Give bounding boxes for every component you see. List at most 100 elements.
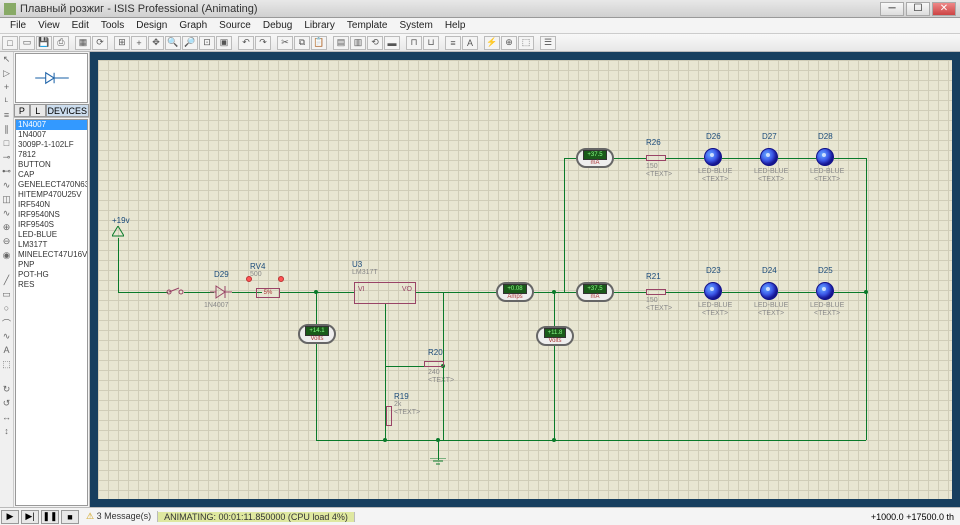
menu-debug[interactable]: Debug <box>257 20 298 31</box>
mode-tape-icon[interactable]: ◫ <box>1 194 12 205</box>
resistor-r21[interactable] <box>646 289 666 295</box>
tab-l[interactable]: L <box>30 104 46 117</box>
tool-bom-icon[interactable]: ☰ <box>540 36 556 50</box>
switch-icon[interactable] <box>166 286 184 298</box>
list-item[interactable]: LED-BLUE <box>16 230 87 240</box>
led-icon[interactable] <box>816 282 834 300</box>
tool-block-delete-icon[interactable]: ▬ <box>384 36 400 50</box>
menu-edit[interactable]: Edit <box>66 20 95 31</box>
mode-junction-icon[interactable]: + <box>1 82 12 93</box>
tool-wire-icon[interactable]: ≡ <box>445 36 461 50</box>
tool-zoom-in-icon[interactable]: 🔍 <box>165 36 181 50</box>
mode-select-icon[interactable]: ↖ <box>1 54 12 65</box>
menu-view[interactable]: View <box>32 20 66 31</box>
tool-zoom-out-icon[interactable]: 🔎 <box>182 36 198 50</box>
tool-new-icon[interactable]: □ <box>2 36 18 50</box>
tool-origin-icon[interactable]: + <box>131 36 147 50</box>
voltage-regulator[interactable]: VI VO <box>354 282 416 304</box>
list-item[interactable]: POT-HG <box>16 270 87 280</box>
mode-text-icon[interactable]: ≡ <box>1 110 12 121</box>
mode-graph-icon[interactable]: ∿ <box>1 180 12 191</box>
list-item[interactable]: IRF9540NS <box>16 210 87 220</box>
tool-zoom-area-icon[interactable]: ▣ <box>216 36 232 50</box>
rotate-cw-icon[interactable]: ↻ <box>1 384 12 395</box>
tool-make-icon[interactable]: ⊔ <box>423 36 439 50</box>
mode-terminal-icon[interactable]: ⊸ <box>1 152 12 163</box>
mode-label-icon[interactable]: ᴸ <box>1 96 12 107</box>
list-item[interactable]: HITEMP470U25V <box>16 190 87 200</box>
mirror-h-icon[interactable]: ↔ <box>1 412 12 423</box>
mode-path-icon[interactable]: ∿ <box>1 331 12 342</box>
tool-refresh-icon[interactable]: ⟳ <box>92 36 108 50</box>
menu-source[interactable]: Source <box>213 20 257 31</box>
sim-stop-button[interactable]: ■ <box>61 510 79 524</box>
list-item[interactable]: LM317T <box>16 240 87 250</box>
mode-symbol-icon[interactable]: ⬚ <box>1 359 12 370</box>
resistor-r26[interactable] <box>646 155 666 161</box>
schematic-canvas[interactable]: +19v D29 1N4007 RV4 500 5% U3 LM317T VI … <box>98 60 952 499</box>
tool-cut-icon[interactable]: ✂ <box>277 36 293 50</box>
sim-pause-button[interactable]: ❚❚ <box>41 510 59 524</box>
menu-tools[interactable]: Tools <box>95 20 130 31</box>
tool-print-icon[interactable]: ⎙ <box>53 36 69 50</box>
tool-copy-icon[interactable]: ⧉ <box>294 36 310 50</box>
list-item[interactable]: 7812 <box>16 150 87 160</box>
tool-pick-icon[interactable]: ⊓ <box>406 36 422 50</box>
mode-circle-icon[interactable]: ○ <box>1 303 12 314</box>
list-item[interactable]: PNP <box>16 260 87 270</box>
list-item[interactable]: IRF9540S <box>16 220 87 230</box>
list-item[interactable]: GENELECT470N63V <box>16 180 87 190</box>
mode-generator-icon[interactable]: ∿ <box>1 208 12 219</box>
menu-template[interactable]: Template <box>341 20 394 31</box>
voltmeter-left[interactable]: +14.1 Volts <box>298 324 336 344</box>
rotate-ccw-icon[interactable]: ↺ <box>1 398 12 409</box>
tool-paste-icon[interactable]: 📋 <box>311 36 327 50</box>
tool-open-icon[interactable]: ▭ <box>19 36 35 50</box>
led-icon[interactable] <box>816 148 834 166</box>
menu-graph[interactable]: Graph <box>173 20 213 31</box>
resistor-r20[interactable] <box>424 361 444 367</box>
list-item[interactable]: MINELECT47U16V <box>16 250 87 260</box>
mode-pin-icon[interactable]: ⊷ <box>1 166 12 177</box>
tab-p[interactable]: P <box>14 104 30 117</box>
mode-arc-icon[interactable]: ⌒ <box>1 317 12 328</box>
sim-play-button[interactable]: ▶ <box>1 510 19 524</box>
tool-zoom-all-icon[interactable]: ⊡ <box>199 36 215 50</box>
mode-line-icon[interactable]: ╱ <box>1 275 12 286</box>
tool-erc-icon[interactable]: ⚡ <box>484 36 500 50</box>
menu-library[interactable]: Library <box>298 20 341 31</box>
tool-ares-icon[interactable]: ⬚ <box>518 36 534 50</box>
sim-step-button[interactable]: ▶| <box>21 510 39 524</box>
tool-block-copy-icon[interactable]: ▤ <box>333 36 349 50</box>
tool-undo-icon[interactable]: ↶ <box>238 36 254 50</box>
tool-net-icon[interactable]: ⊕ <box>501 36 517 50</box>
maximize-button[interactable]: ☐ <box>906 2 930 16</box>
tool-grid-icon[interactable]: ⊞ <box>114 36 130 50</box>
led-icon[interactable] <box>704 282 722 300</box>
tab-devices[interactable]: DEVICES <box>46 104 89 117</box>
mode-2dtext-icon[interactable]: A <box>1 345 12 356</box>
mirror-v-icon[interactable]: ↕ <box>1 426 12 437</box>
menu-design[interactable]: Design <box>130 20 173 31</box>
tool-save-icon[interactable]: 💾 <box>36 36 52 50</box>
mode-subcircuit-icon[interactable]: □ <box>1 138 12 149</box>
menu-file[interactable]: File <box>4 20 32 31</box>
led-icon[interactable] <box>704 148 722 166</box>
mode-component-icon[interactable]: ▷ <box>1 68 12 79</box>
device-list[interactable]: 1N4007 1N4007 3009P-1-102LF 7812 BUTTON … <box>15 119 88 506</box>
potentiometer[interactable]: 5% <box>256 288 280 298</box>
resistor-r19[interactable] <box>386 406 392 426</box>
minimize-button[interactable]: ─ <box>880 2 904 16</box>
tool-sheet-icon[interactable]: ▦ <box>75 36 91 50</box>
ammeter-mid[interactable]: +37.5 mA <box>576 282 614 302</box>
mode-probe-i-icon[interactable]: ⊖ <box>1 236 12 247</box>
voltmeter-right[interactable]: +11.8 Volts <box>536 326 574 346</box>
close-button[interactable]: ✕ <box>932 2 956 16</box>
mode-box-icon[interactable]: ▭ <box>1 289 12 300</box>
list-item[interactable]: RES <box>16 280 87 290</box>
list-item[interactable]: 3009P-1-102LF <box>16 140 87 150</box>
ammeter-center[interactable]: +0.08 Amps <box>496 282 534 302</box>
led-icon[interactable] <box>760 148 778 166</box>
tool-pan-icon[interactable]: ✥ <box>148 36 164 50</box>
mode-bus-icon[interactable]: ∥ <box>1 124 12 135</box>
